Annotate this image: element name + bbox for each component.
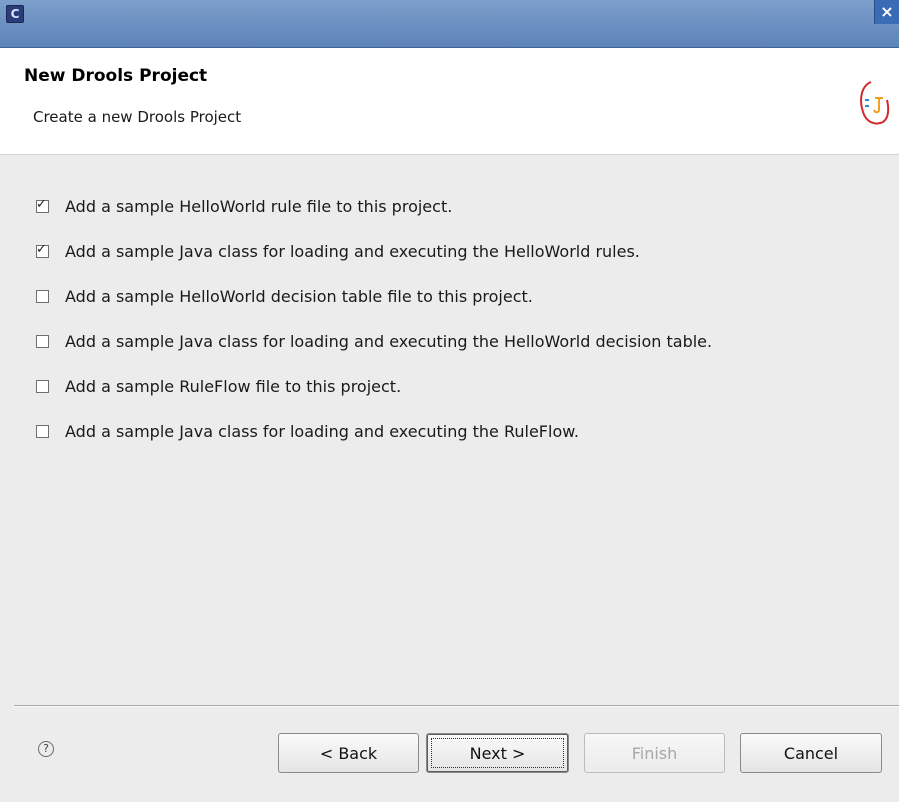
option-label: Add a sample Java class for loading and … [65,422,579,441]
cancel-button[interactable]: Cancel [740,733,882,773]
checkbox-helloworld-java-rules[interactable]: ✓ [36,242,49,258]
back-button[interactable]: < Back [278,733,419,773]
checkbox-helloworld-rule[interactable]: ✓ [36,197,49,213]
page-description: Create a new Drools Project [33,108,242,126]
options-list: ✓ Add a sample HelloWorld rule file to t… [36,184,712,454]
option-ruleflow[interactable]: Add a sample RuleFlow file to this proje… [36,364,712,409]
option-helloworld-rule[interactable]: ✓ Add a sample HelloWorld rule file to t… [36,184,712,229]
option-label: Add a sample Java class for loading and … [65,242,640,261]
page-title: New Drools Project [24,66,208,86]
checkbox-decision-table[interactable] [36,290,49,303]
option-helloworld-java-rules[interactable]: ✓ Add a sample Java class for loading an… [36,229,712,274]
option-label: Add a sample HelloWorld decision table f… [65,287,533,306]
footer-separator [14,705,899,707]
option-label: Add a sample HelloWorld rule file to thi… [65,197,453,216]
eclipse-icon: C [6,5,24,23]
checkbox-decision-table-java[interactable] [36,335,49,348]
check-icon: ✓ [36,242,47,257]
option-label: Add a sample RuleFlow file to this proje… [65,377,402,396]
next-button[interactable]: Next > [426,733,569,773]
option-ruleflow-java[interactable]: Add a sample Java class for loading and … [36,409,712,454]
close-button[interactable]: × [874,0,899,24]
drools-logo-icon [860,81,890,125]
option-label: Add a sample Java class for loading and … [65,332,713,351]
wizard-header: New Drools Project Create a new Drools P… [0,48,899,155]
check-icon: ✓ [36,197,47,212]
checkbox-ruleflow[interactable] [36,380,49,393]
title-bar[interactable]: C × [0,0,899,48]
option-decision-table[interactable]: Add a sample HelloWorld decision table f… [36,274,712,319]
option-decision-table-java[interactable]: Add a sample Java class for loading and … [36,319,712,364]
help-icon[interactable]: ? [38,741,54,757]
checkbox-ruleflow-java[interactable] [36,425,49,438]
finish-button[interactable]: Finish [584,733,725,773]
